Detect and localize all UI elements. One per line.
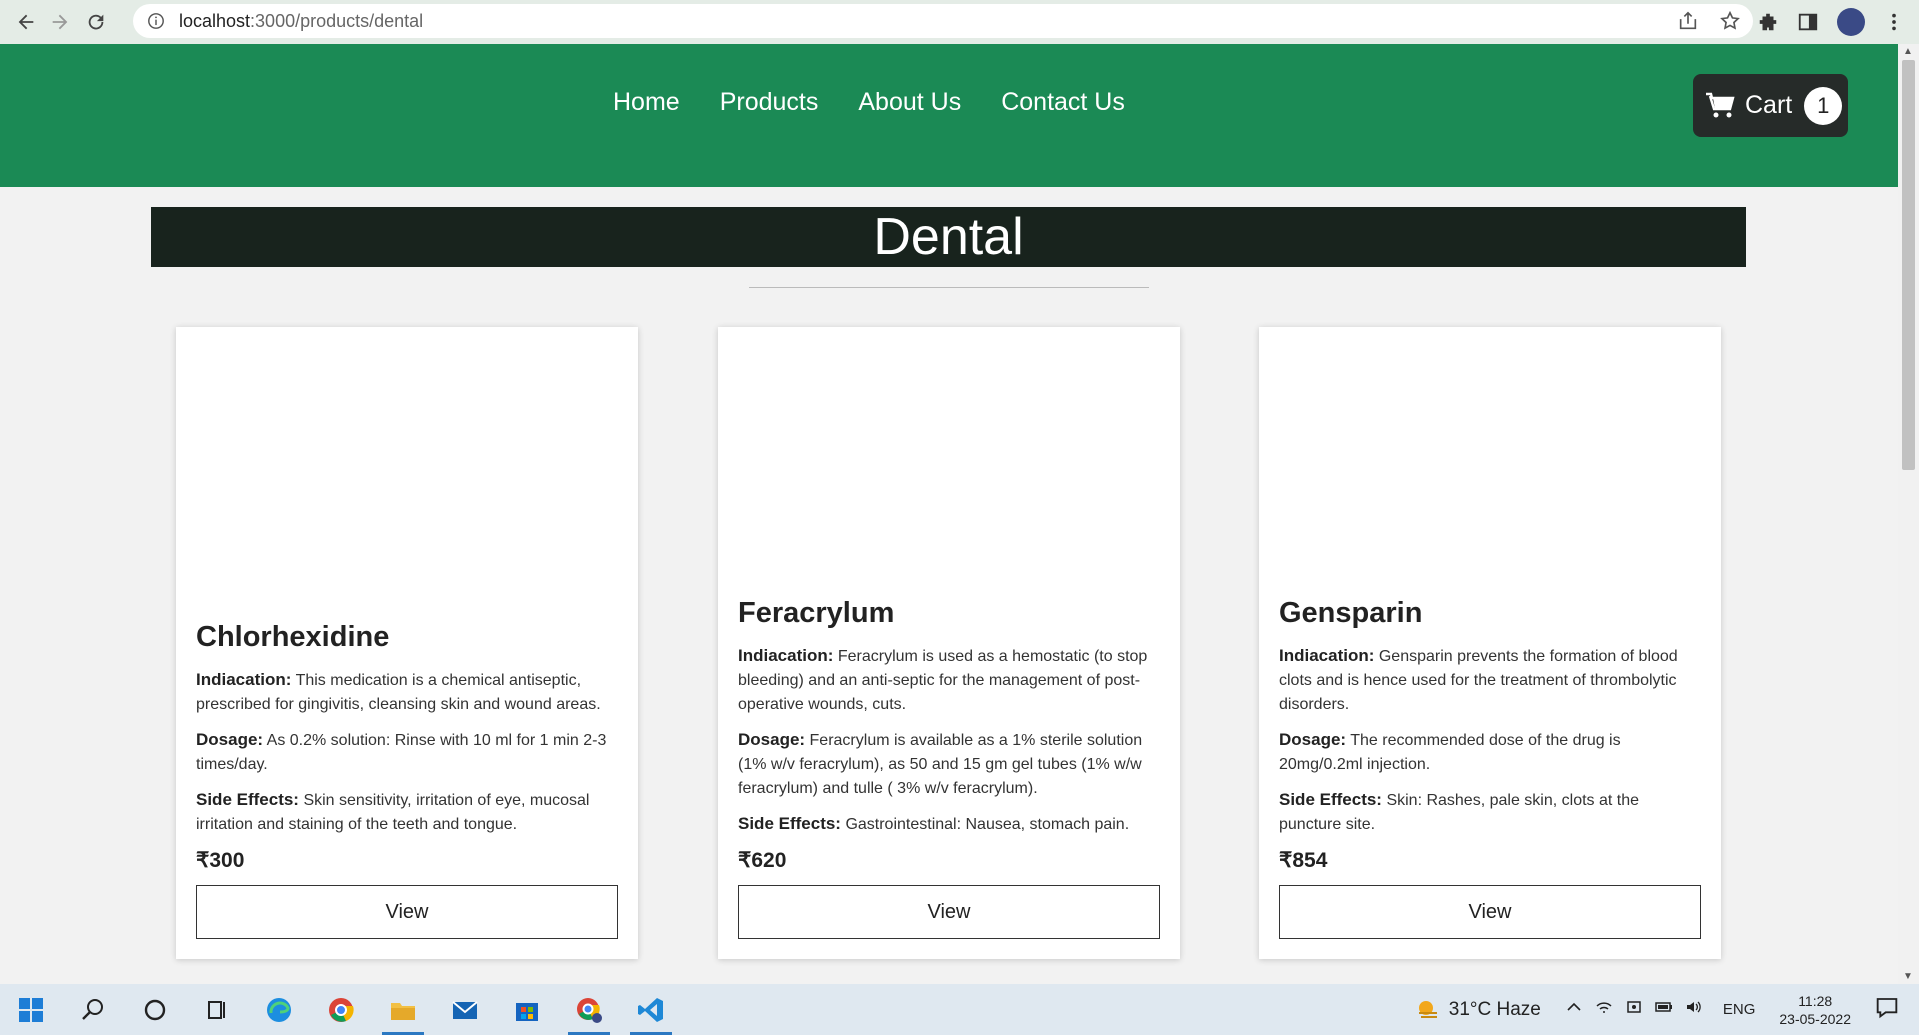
cortana-icon[interactable]: [124, 984, 186, 1035]
more-menu-icon[interactable]: [1883, 11, 1905, 33]
side-panel-icon[interactable]: [1797, 11, 1819, 33]
product-indication: Indiacation: This medication is a chemic…: [196, 670, 601, 713]
product-dosage: Dosage: As 0.2% solution: Rinse with 10 …: [196, 730, 607, 773]
main-menu: Home Products About Us Contact Us: [613, 88, 1125, 117]
product-dosage: Dosage: Feracrylum is available as a 1% …: [738, 730, 1143, 797]
nav-contact-us[interactable]: Contact Us: [1001, 88, 1125, 117]
weather-haze-icon: [1418, 1000, 1437, 1018]
page-title: Dental: [151, 207, 1746, 267]
chevron-up-icon[interactable]: [1559, 998, 1589, 1021]
file-explorer-icon[interactable]: [372, 984, 434, 1035]
weather-widget[interactable]: 31°C Haze: [1415, 998, 1541, 1022]
scrollbar-thumb[interactable]: [1902, 60, 1915, 470]
product-indication: Indiacation: Gensparin prevents the form…: [1279, 646, 1678, 713]
vscode-icon[interactable]: [620, 984, 682, 1035]
system-tray: 31°C Haze ENG 11:28 23-05-2022: [1415, 984, 1919, 1035]
store-icon[interactable]: [496, 984, 558, 1035]
search-icon[interactable]: [62, 984, 124, 1035]
vertical-scrollbar[interactable]: ▲ ▼: [1898, 44, 1919, 984]
product-side-effects: Side Effects: Gastrointestinal: Nausea, …: [738, 814, 1130, 833]
product-card: Chlorhexidine Indiacation: This medicati…: [176, 327, 638, 959]
product-image: [196, 347, 618, 567]
edge-icon[interactable]: [248, 984, 310, 1035]
nav-home[interactable]: Home: [613, 88, 680, 117]
product-side-effects: Side Effects: Skin: Rashes, pale skin, c…: [1279, 790, 1640, 833]
site-info-icon[interactable]: [147, 12, 165, 30]
chrome-icon[interactable]: [310, 984, 372, 1035]
divider: [749, 287, 1149, 288]
page-viewport: Home Products About Us Contact Us Cart 1…: [0, 44, 1898, 984]
site-header: Home Products About Us Contact Us Cart 1: [0, 44, 1898, 187]
cart-label: Cart: [1745, 91, 1793, 119]
product-dosage: Dosage: The recommended dose of the drug…: [1279, 730, 1621, 773]
extensions-icon[interactable]: [1757, 11, 1779, 33]
product-name: Feracrylum: [738, 597, 895, 629]
windows-start-icon[interactable]: [0, 984, 62, 1035]
product-indication: Indiacation: Feracrylum is used as a hem…: [738, 646, 1148, 713]
product-name: Chlorhexidine: [196, 621, 390, 653]
weather-text: 31°C Haze: [1448, 998, 1541, 1020]
forward-icon[interactable]: [44, 6, 76, 38]
meet-now-icon[interactable]: [1619, 998, 1649, 1021]
address-bar[interactable]: localhost:3000/products/dental: [133, 4, 1753, 38]
product-side-effects: Side Effects: Skin sensitivity, irritati…: [196, 790, 590, 833]
view-button[interactable]: View: [196, 885, 618, 939]
cart-icon: [1706, 92, 1735, 117]
clock[interactable]: 11:28 23-05-2022: [1779, 992, 1851, 1028]
product-card: Gensparin Indiacation: Gensparin prevent…: [1259, 327, 1721, 959]
view-button[interactable]: View: [1279, 885, 1701, 939]
product-name: Gensparin: [1279, 597, 1423, 629]
taskbar: 31°C Haze ENG 11:28 23-05-2022: [0, 984, 1919, 1035]
network-icon[interactable]: [1589, 998, 1619, 1021]
notifications-icon[interactable]: [1869, 995, 1905, 1024]
clock-time: 11:28: [1798, 992, 1833, 1009]
nav-products[interactable]: Products: [720, 88, 819, 117]
clock-date: 23-05-2022: [1779, 1010, 1851, 1027]
cart-button[interactable]: Cart 1: [1693, 74, 1848, 137]
product-image: [738, 347, 1160, 567]
scroll-down-icon[interactable]: ▼: [1903, 971, 1913, 982]
scroll-up-icon[interactable]: ▲: [1903, 46, 1913, 57]
product-image: [1279, 347, 1701, 567]
volume-icon[interactable]: [1679, 998, 1709, 1021]
nav-about-us[interactable]: About Us: [858, 88, 961, 117]
product-price: ₹620: [738, 849, 787, 872]
reload-icon[interactable]: [80, 6, 112, 38]
bookmark-star-icon[interactable]: [1719, 10, 1741, 32]
chrome-profile-icon[interactable]: [558, 984, 620, 1035]
language-indicator[interactable]: ENG: [1723, 1001, 1756, 1018]
cart-count-badge: 1: [1804, 86, 1843, 125]
product-price: ₹300: [196, 849, 245, 872]
task-view-icon[interactable]: [186, 984, 248, 1035]
share-icon[interactable]: [1677, 10, 1699, 32]
browser-toolbar: localhost:3000/products/dental: [0, 0, 1919, 44]
url-text: localhost:3000/products/dental: [179, 10, 424, 31]
back-icon[interactable]: [10, 6, 42, 38]
product-price: ₹854: [1279, 849, 1328, 872]
view-button[interactable]: View: [738, 885, 1160, 939]
mail-icon[interactable]: [434, 984, 496, 1035]
battery-icon[interactable]: [1649, 998, 1679, 1021]
product-card: Feracrylum Indiacation: Feracrylum is us…: [718, 327, 1180, 959]
profile-avatar[interactable]: [1837, 8, 1865, 36]
